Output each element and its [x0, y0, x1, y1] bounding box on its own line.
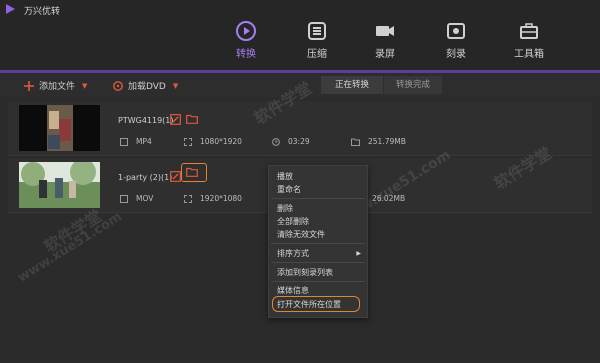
- file-resolution-value: 1920*1080: [200, 194, 242, 203]
- resolution-icon: [184, 137, 192, 146]
- menu-item-rename[interactable]: 重命名: [277, 184, 301, 195]
- video-thumbnail: [19, 162, 100, 208]
- menu-separator: [271, 198, 365, 199]
- toolbox-icon: [520, 23, 538, 39]
- tab-compress-label: 压缩: [307, 49, 327, 60]
- format-icon: [120, 194, 128, 203]
- file-duration: 03:29: [272, 137, 310, 146]
- chevron-down-icon[interactable]: ▼: [173, 82, 178, 90]
- menu-item-delete[interactable]: 删除: [277, 203, 293, 214]
- tab-record-screen[interactable]: 录屏: [355, 20, 415, 66]
- chevron-down-icon[interactable]: ▼: [82, 82, 87, 90]
- context-menu: 播放 重命名 删除 全部删除 清除无效文件 排序方式 ▶ 添加到刻录列表 媒体信…: [268, 165, 368, 318]
- title-bar: 万兴优转 转换 压缩 录屏 刻录 工具箱: [0, 0, 600, 70]
- convert-icon: [236, 21, 256, 41]
- menu-separator: [271, 281, 365, 282]
- edit-name-icon[interactable]: [170, 171, 181, 182]
- tab-burn-label: 刻录: [446, 49, 466, 60]
- menu-item-add-to-burn-list[interactable]: 添加到刻录列表: [277, 267, 333, 278]
- dvd-disc-icon: [113, 80, 123, 91]
- file-format-value: MOV: [136, 194, 154, 203]
- file-resolution: 1920*1080: [184, 194, 242, 203]
- file-format-value: MP4: [136, 137, 152, 146]
- tab-convert[interactable]: 转换: [216, 20, 276, 66]
- compress-icon: [308, 22, 326, 40]
- file-format: MOV: [120, 194, 153, 203]
- menu-separator: [271, 243, 365, 244]
- menu-highlight-ring: [272, 296, 360, 312]
- file-name: 1-party (2)(1): [118, 173, 173, 182]
- menu-item-clear-invalid[interactable]: 清除无效文件: [277, 229, 325, 240]
- resolution-icon: [184, 194, 192, 203]
- submenu-arrow-icon: ▶: [356, 250, 361, 257]
- file-format: MP4: [120, 137, 152, 146]
- record-screen-icon: [376, 26, 394, 36]
- app-title: 万兴优转: [24, 7, 61, 17]
- tab-record-screen-label: 录屏: [375, 49, 395, 60]
- open-folder-icon[interactable]: [186, 114, 198, 124]
- video-thumbnail: [19, 105, 100, 151]
- file-size-value: 251.79MB: [368, 137, 406, 146]
- app-logo-icon: [6, 4, 15, 14]
- edit-name-icon[interactable]: [170, 114, 181, 125]
- tab-toolbox[interactable]: 工具箱: [499, 20, 559, 66]
- folder-icon: [351, 138, 360, 146]
- tab-compress[interactable]: 压缩: [287, 20, 347, 66]
- tab-converted[interactable]: 转换完成: [384, 76, 442, 94]
- menu-item-sort-by[interactable]: 排序方式: [277, 248, 309, 259]
- tab-converting[interactable]: 正在转换: [321, 76, 383, 94]
- file-duration-value: 03:29: [288, 137, 310, 146]
- burn-disc-icon: [447, 23, 465, 39]
- add-file-button[interactable]: 添加文件 ▼: [24, 79, 87, 92]
- add-file-label: 添加文件: [39, 82, 76, 92]
- menu-item-delete-all[interactable]: 全部删除: [277, 216, 309, 227]
- tab-toolbox-label: 工具箱: [514, 49, 544, 60]
- plus-icon: [24, 80, 34, 91]
- file-resolution-value: 1080*1920: [200, 137, 242, 146]
- load-dvd-label: 加载DVD: [128, 82, 166, 92]
- menu-item-media-info[interactable]: 媒体信息: [277, 285, 309, 296]
- file-resolution: 1080*1920: [184, 137, 242, 146]
- file-size: 251.79MB: [351, 137, 406, 146]
- open-folder-icon[interactable]: [186, 167, 198, 177]
- tab-burn[interactable]: 刻录: [426, 20, 486, 66]
- menu-item-play[interactable]: 播放: [277, 171, 293, 182]
- menu-separator: [271, 262, 365, 263]
- load-dvd-button[interactable]: 加载DVD ▼: [113, 79, 178, 92]
- format-icon: [120, 137, 128, 146]
- tab-convert-label: 转换: [236, 49, 256, 60]
- file-name: PTWG4119(1): [118, 116, 174, 125]
- file-row[interactable]: PTWG4119(1) MP4 1080*1920 03:29 251.79MB: [8, 101, 592, 156]
- clock-icon: [272, 137, 280, 146]
